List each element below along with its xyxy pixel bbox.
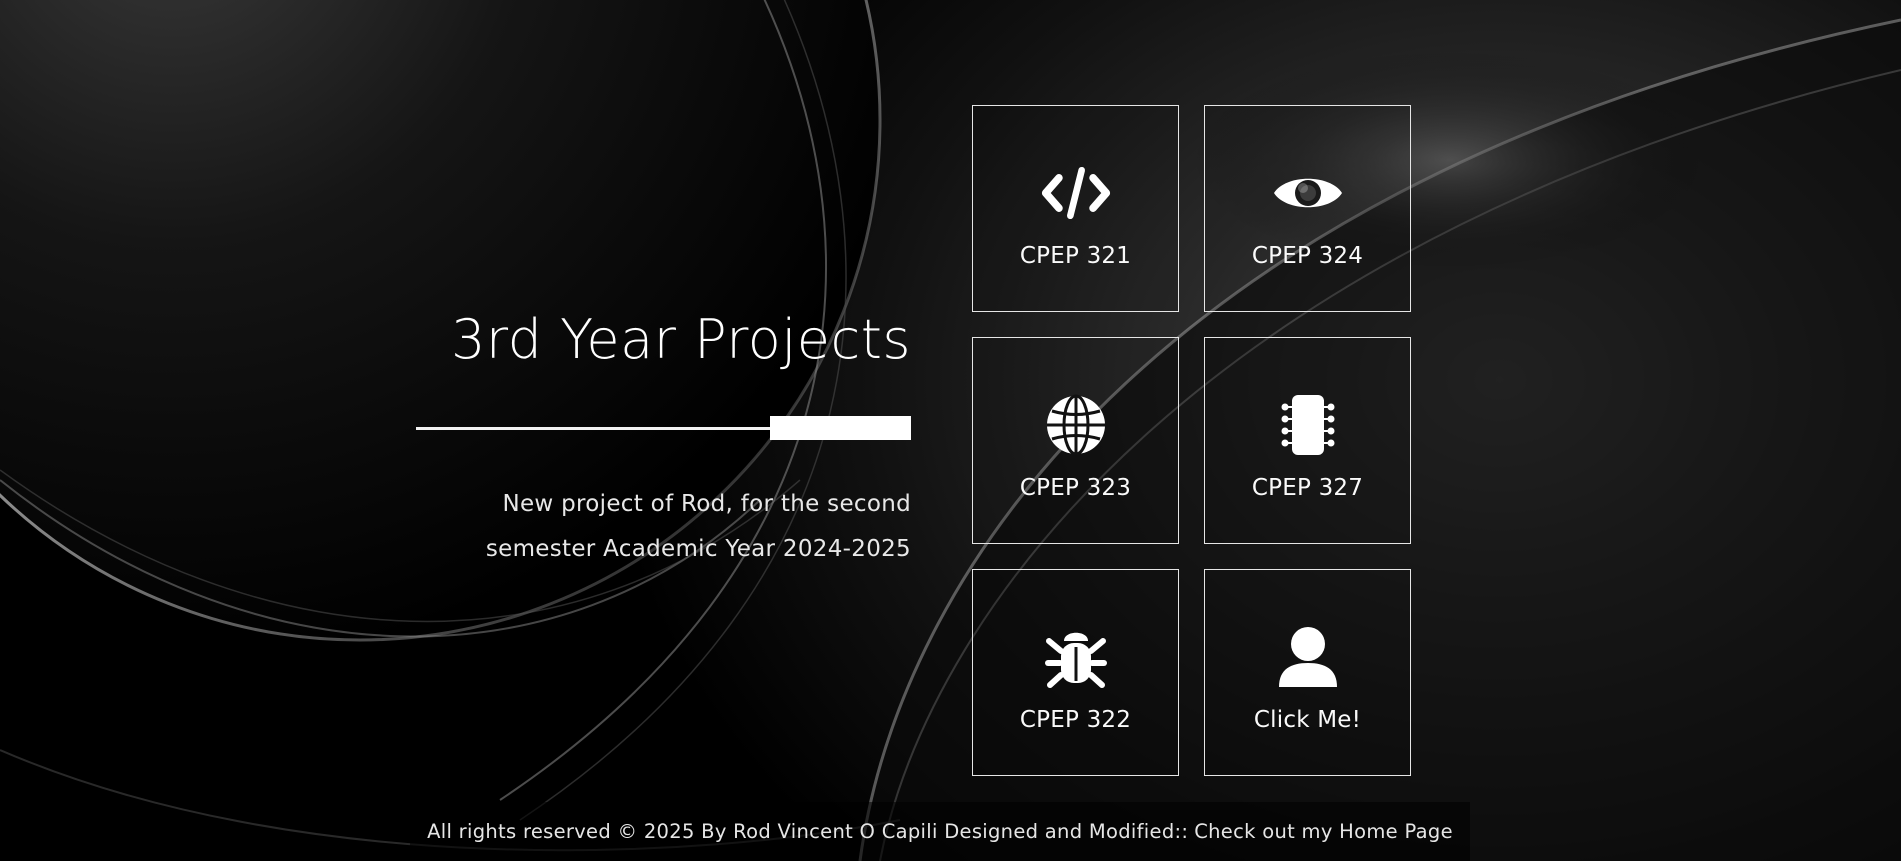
tile-label: CPEP 321	[1019, 243, 1132, 269]
project-tile-cpep-321[interactable]: CPEP 321	[972, 105, 1179, 312]
project-grid: CPEP 321 CPEP 324 CPEP 323 CPEP 327 CPEP…	[972, 105, 1411, 776]
tile-label: CPEP 327	[1251, 475, 1364, 501]
page: 3rd Year Projects New project of Rod, fo…	[0, 0, 1901, 861]
project-tile-click-me[interactable]: Click Me!	[1204, 569, 1411, 776]
project-tile-cpep-324[interactable]: CPEP 324	[1204, 105, 1411, 312]
tile-label: Click Me!	[1253, 707, 1362, 733]
page-subtitle: New project of Rod, for the second semes…	[485, 491, 911, 562]
footer: All rights reserved © 2025 By Rod Vincen…	[410, 802, 1470, 861]
footer-copyright: All rights reserved © 2025 By Rod Vincen…	[427, 820, 1189, 843]
background-art	[0, 0, 1901, 861]
tile-label: CPEP 324	[1251, 243, 1364, 269]
globe-icon	[1040, 393, 1112, 457]
title-divider-accent	[770, 416, 911, 440]
project-tile-cpep-327[interactable]: CPEP 327	[1204, 337, 1411, 544]
title-divider-line	[416, 427, 771, 430]
home-page-link[interactable]: Check out my Home Page	[1194, 820, 1453, 843]
project-tile-cpep-323[interactable]: CPEP 323	[972, 337, 1179, 544]
user-icon	[1272, 625, 1344, 689]
chip-icon	[1272, 393, 1344, 457]
eye-icon	[1272, 161, 1344, 225]
code-icon	[1040, 161, 1112, 225]
bug-icon	[1040, 625, 1112, 689]
tile-label: CPEP 322	[1019, 707, 1132, 733]
project-tile-cpep-322[interactable]: CPEP 322	[972, 569, 1179, 776]
page-title: 3rd Year Projects	[451, 308, 911, 371]
tile-label: CPEP 323	[1019, 475, 1132, 501]
